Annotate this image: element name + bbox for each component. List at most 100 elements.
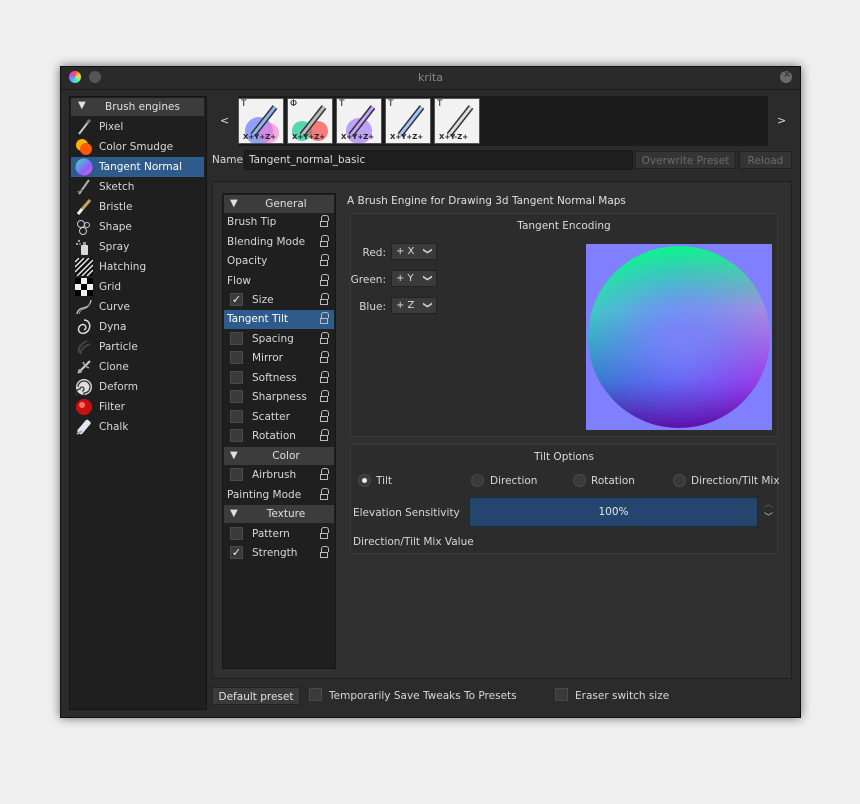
lock-icon[interactable] [320,293,329,305]
preset-thumbnail[interactable]: T X+Y+Z+ [336,98,382,144]
airbrush-checkbox[interactable] [230,468,243,481]
rotation-radio[interactable] [573,474,586,487]
option-blending-mode[interactable]: Blending Mode [224,233,334,252]
size-checkbox[interactable]: ✓ [230,293,243,306]
lock-icon[interactable] [320,312,329,324]
lock-icon[interactable] [320,274,329,286]
engine-item-bristle[interactable]: Bristle [71,197,204,217]
tilt-radio[interactable] [358,474,371,487]
option-sharpness[interactable]: Sharpness [224,388,334,407]
chevron-down-icon: ❯ [422,301,433,309]
lock-icon[interactable] [320,215,329,227]
engine-item-deform[interactable]: Deform [71,377,204,397]
grid-brush-icon [75,278,93,296]
group-texture[interactable]: ▼ Texture [224,505,334,523]
clone-brush-icon [77,360,91,374]
rotation-checkbox[interactable] [230,429,243,442]
option-mirror[interactable]: Mirror [224,349,334,368]
engine-item-filter[interactable]: Filter [71,397,204,417]
lock-icon[interactable] [320,390,329,402]
option-rotation[interactable]: Rotation [224,427,334,446]
option-pattern[interactable]: Pattern [224,525,334,544]
chevron-down-icon[interactable]: ﹀ [764,510,773,523]
brush-engines-header[interactable]: ▼ Brush engines [71,98,204,116]
engine-item-hatching[interactable]: Hatching [71,257,204,277]
pixel-brush-icon [78,118,92,135]
eraser-switch-size-checkbox[interactable] [555,688,568,701]
preset-name-input[interactable]: Tangent_normal_basic [244,150,633,170]
red-label: Red: [362,247,387,259]
lock-icon[interactable] [320,546,329,558]
softness-checkbox[interactable] [230,371,243,384]
red-channel-select[interactable]: + X ❯ [391,243,437,260]
mirror-checkbox[interactable] [230,351,243,364]
lock-icon[interactable] [320,351,329,363]
blue-channel-select[interactable]: + Z ❯ [391,297,437,314]
green-label: Green: [350,274,386,286]
save-tweaks-checkbox[interactable] [309,688,322,701]
option-strength[interactable]: ✓ Strength [224,544,334,563]
engine-item-sketch[interactable]: Sketch [71,177,204,197]
lock-icon[interactable] [320,332,329,344]
strength-checkbox[interactable]: ✓ [230,546,243,559]
engine-item-color-smudge[interactable]: Color Smudge [71,137,204,157]
chevron-up-icon[interactable]: ︿ [764,497,773,510]
option-spacing[interactable]: Spacing [224,330,334,349]
direction-tilt-mix-radio[interactable] [673,474,686,487]
lock-icon[interactable] [320,254,329,266]
chevron-down-icon: ❯ [422,247,433,255]
direction-radio[interactable] [471,474,484,487]
elevation-sensitivity-slider[interactable]: 100% [469,497,758,527]
engine-item-tangent-normal[interactable]: Tangent Normal [71,157,204,177]
preset-scroll-right-button[interactable]: > [777,114,786,127]
reload-button[interactable]: Reload [739,151,792,169]
preset-scroll-left-button[interactable]: < [220,114,229,127]
preset-thumbnail[interactable]: Φ X+Y+Z+ [287,98,333,144]
title-bar: krita × [61,67,800,90]
pattern-checkbox[interactable] [230,527,243,540]
tangent-encoding-title: Tangent Encoding [517,220,611,232]
option-flow[interactable]: Flow [224,272,334,291]
option-size[interactable]: ✓ Size [224,291,334,310]
engine-item-curve[interactable]: Curve [71,297,204,317]
option-brush-tip[interactable]: Brush Tip [224,213,334,232]
option-tangent-tilt[interactable]: Tangent Tilt [224,310,334,329]
scatter-checkbox[interactable] [230,410,243,423]
lock-icon[interactable] [320,371,329,383]
lock-icon[interactable] [320,488,329,500]
engine-item-dyna[interactable]: Dyna [71,317,204,337]
preset-thumbnail[interactable]: T X+Y+Z+ [385,98,431,144]
engine-item-shape[interactable]: Shape [71,217,204,237]
engine-item-grid[interactable]: Grid [71,277,204,297]
overwrite-preset-button[interactable]: Overwrite Preset [635,151,736,169]
preset-thumbnail[interactable]: T X+Y-Z+ [434,98,480,144]
option-scatter[interactable]: Scatter [224,408,334,427]
spacing-checkbox[interactable] [230,332,243,345]
engine-item-particle[interactable]: Particle [71,337,204,357]
deform-brush-icon [75,379,92,396]
engine-item-pixel[interactable]: Pixel [71,117,204,137]
green-channel-select[interactable]: + Y ❯ [391,270,437,287]
lock-icon[interactable] [320,527,329,539]
filter-brush-icon [76,399,92,415]
default-preset-button[interactable]: Default preset [212,687,300,705]
close-window-button[interactable]: × [780,69,792,83]
sharpness-checkbox[interactable] [230,390,243,403]
lock-icon[interactable] [320,468,329,480]
lock-icon[interactable] [320,235,329,247]
engine-item-chalk[interactable]: Chalk [71,417,204,437]
dyna-brush-icon [77,319,91,335]
lock-icon[interactable] [320,429,329,441]
group-color[interactable]: ▼ Color [224,447,334,465]
option-opacity[interactable]: Opacity [224,252,334,271]
engine-item-clone[interactable]: Clone [71,357,204,377]
normal-map-preview [586,244,772,430]
preset-thumbnail[interactable]: T X+Y+Z+ [238,98,284,144]
engine-item-spray[interactable]: Spray [71,237,204,257]
option-softness[interactable]: Softness [224,369,334,388]
option-painting-mode[interactable]: Painting Mode [224,486,334,505]
elevation-spinner[interactable]: ︿ ﹀ [761,497,775,527]
group-general[interactable]: ▼ General [224,195,334,213]
option-airbrush[interactable]: Airbrush [224,466,334,485]
lock-icon[interactable] [320,410,329,422]
